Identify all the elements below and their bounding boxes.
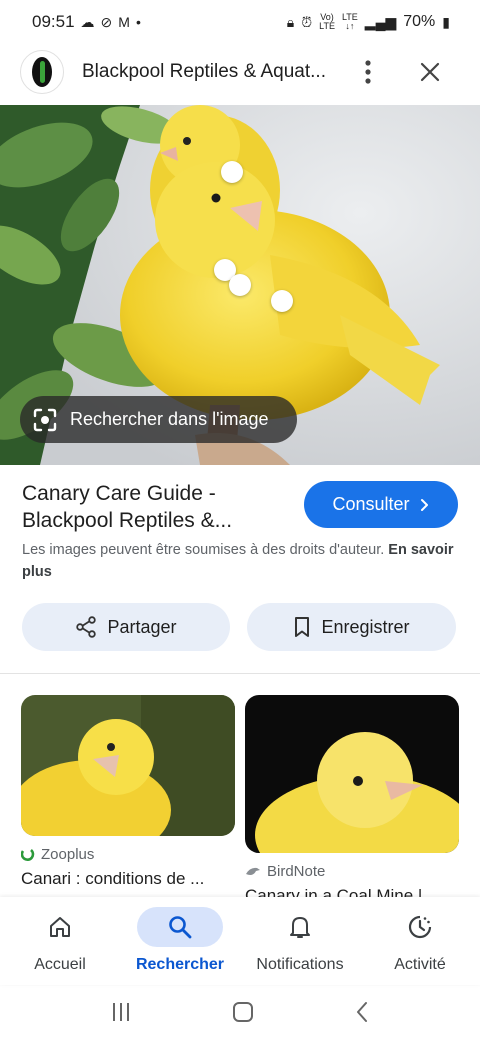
related-source: BirdNote bbox=[245, 863, 459, 880]
related-source: Zooplus bbox=[21, 846, 235, 863]
canary-thumbnail-1 bbox=[21, 695, 235, 836]
cloud-icon: ☁ bbox=[80, 13, 95, 30]
result-title-line2: Blackpool Reptiles &... bbox=[22, 509, 233, 532]
image-hotspot[interactable] bbox=[229, 274, 251, 296]
search-in-image-chip[interactable]: Rechercher dans l'image bbox=[20, 396, 297, 443]
nav-label: Accueil bbox=[34, 956, 86, 973]
related-source-name: BirdNote bbox=[267, 863, 326, 880]
nav-item-activity[interactable]: Activité bbox=[360, 897, 480, 974]
battery-percent: 70% bbox=[403, 13, 436, 30]
image-hotspot[interactable] bbox=[271, 290, 293, 312]
bookmark-icon bbox=[295, 617, 310, 637]
nav-label: Activité bbox=[394, 956, 446, 973]
nav-icon-container bbox=[17, 907, 103, 947]
more-options-button[interactable] bbox=[352, 56, 384, 88]
status-right: 🔒︎ ⏰︎ Vo) LTE LTE ↓↑ ▂▄▆ 70% ▮ bbox=[287, 13, 450, 31]
status-time: 09:51 bbox=[32, 12, 75, 31]
share-icon bbox=[76, 616, 97, 638]
related-title: Canari : conditions de ... bbox=[21, 869, 205, 888]
close-icon bbox=[420, 62, 440, 82]
nav-icon-container bbox=[377, 907, 463, 947]
section-divider bbox=[0, 673, 480, 674]
related-card[interactable]: Zooplus Canari : conditions de ... bbox=[21, 695, 235, 889]
history-icon bbox=[408, 915, 432, 939]
nav-item-notifications[interactable]: Notifications bbox=[240, 897, 360, 974]
status-left: 09:51 ☁ ⊘ M • bbox=[32, 12, 141, 32]
recent-apps-icon[interactable] bbox=[110, 1001, 132, 1023]
system-navigation bbox=[0, 985, 480, 1039]
nav-item-search[interactable]: Rechercher bbox=[120, 897, 240, 974]
result-title-line1: Canary Care Guide - bbox=[22, 482, 216, 505]
copyright-text: Les images peuvent être soumises à des d… bbox=[22, 542, 385, 558]
lte-icon: LTE ↓↑ bbox=[341, 12, 358, 31]
nav-label: Notifications bbox=[256, 956, 344, 973]
save-label: Enregistrer bbox=[321, 616, 410, 637]
alarm-clock-icon: ⏰︎ bbox=[301, 13, 313, 30]
home-button-icon[interactable] bbox=[231, 1000, 255, 1024]
search-in-image-label: Rechercher dans l'image bbox=[70, 409, 269, 429]
dot-icon: • bbox=[135, 14, 141, 30]
result-title[interactable]: Canary Care Guide - Blackpool Reptiles &… bbox=[22, 480, 292, 534]
image-hotspot[interactable] bbox=[221, 161, 243, 183]
more-vert-icon bbox=[365, 60, 371, 84]
lock-icon: 🔒︎ bbox=[286, 13, 295, 30]
related-thumbnail bbox=[245, 695, 459, 853]
related-card[interactable]: BirdNote Canary in a Coal Mine | bbox=[245, 695, 459, 906]
volte-icon: Vo) LTE bbox=[319, 12, 335, 31]
save-button[interactable]: Enregistrer bbox=[247, 603, 456, 651]
alarm-icon: ⊘ bbox=[100, 13, 113, 30]
home-icon bbox=[50, 917, 70, 937]
related-thumbnail bbox=[21, 695, 235, 836]
visit-label: Consulter bbox=[332, 494, 410, 514]
birdnote-logo-icon bbox=[246, 867, 260, 875]
close-button[interactable] bbox=[414, 56, 446, 88]
site-logo bbox=[20, 50, 64, 94]
related-source-name: Zooplus bbox=[41, 846, 95, 863]
share-button[interactable]: Partager bbox=[22, 603, 230, 651]
viewer-header: Blackpool Reptiles & Aquat... bbox=[0, 44, 480, 100]
visit-button[interactable]: Consulter bbox=[304, 481, 458, 528]
nav-label: Rechercher bbox=[135, 956, 225, 973]
signal-icon: ▂▄▆ bbox=[364, 13, 397, 30]
share-label: Partager bbox=[107, 616, 177, 637]
search-icon bbox=[169, 916, 192, 939]
nav-icon-container bbox=[137, 907, 223, 947]
back-icon[interactable] bbox=[354, 1000, 370, 1024]
bottom-navigation: Accueil Rechercher Notifications Activit… bbox=[0, 897, 480, 985]
nav-icon-container bbox=[257, 907, 343, 947]
battery-icon: ▮ bbox=[442, 13, 450, 30]
site-title[interactable]: Blackpool Reptiles & Aquat... bbox=[82, 61, 340, 83]
canary-thumbnail-2 bbox=[245, 695, 459, 853]
zooplus-logo-icon bbox=[21, 848, 35, 861]
bell-icon bbox=[290, 917, 310, 938]
nav-item-home[interactable]: Accueil bbox=[0, 897, 120, 974]
copyright-notice: Les images peuvent être soumises à des d… bbox=[22, 539, 462, 583]
lens-icon bbox=[33, 408, 57, 431]
reptile-eye-icon bbox=[32, 57, 52, 87]
status-bar: 09:51 ☁ ⊘ M • 🔒︎ ⏰︎ Vo) LTE LTE ↓↑ ▂▄▆ 70%… bbox=[0, 0, 480, 44]
chevron-right-icon bbox=[420, 498, 428, 511]
mail-icon: M bbox=[118, 14, 130, 30]
